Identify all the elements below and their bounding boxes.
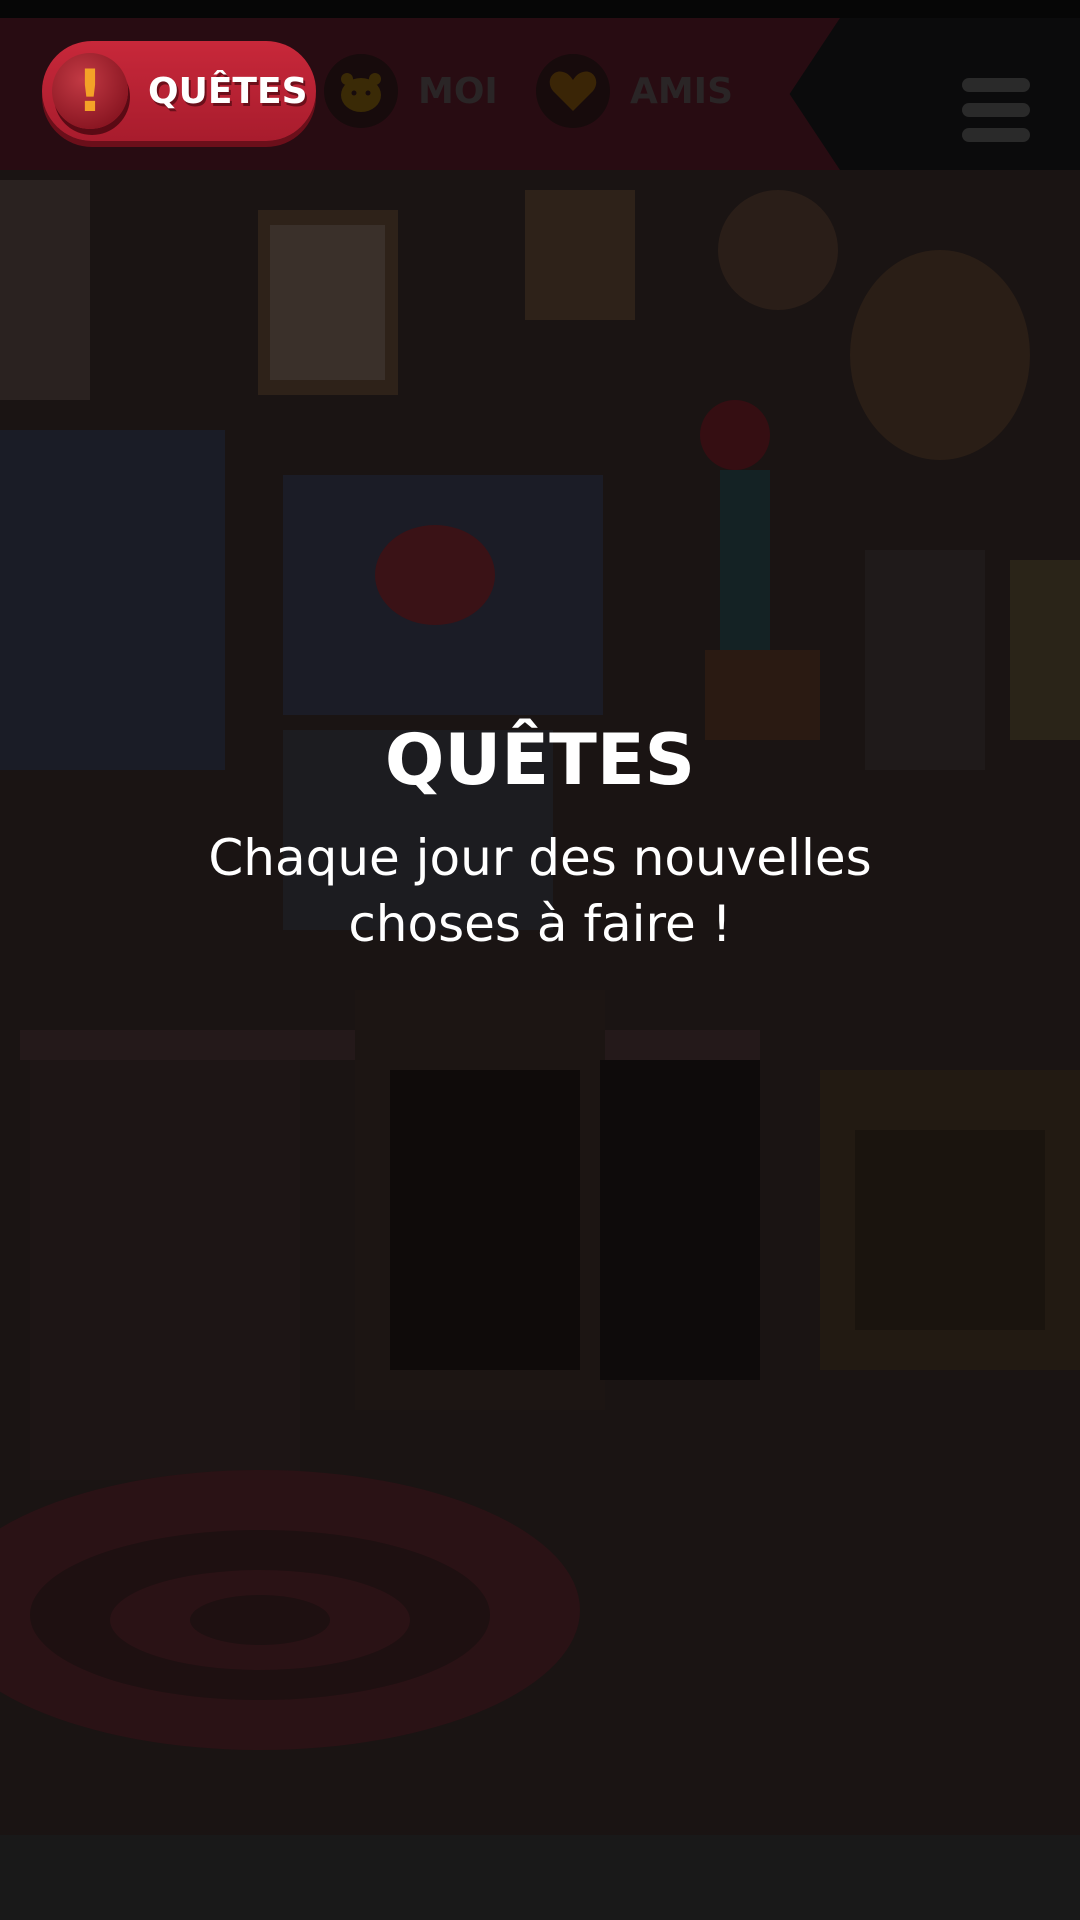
tab-quests-label: QUÊTES [148, 70, 308, 112]
bottom-bar [0, 1835, 1080, 1920]
exclamation-icon: ! [52, 53, 128, 129]
hamster-face-icon [324, 54, 398, 128]
page-subtitle: Chaque jour des nouvelles choses à faire… [208, 829, 872, 953]
room-background [0, 170, 1080, 1835]
tab-quests[interactable]: ! QUÊTES [42, 41, 316, 141]
tab-bar: ! QUÊTES MOI AMIS [0, 18, 1080, 170]
status-bar [0, 0, 1080, 18]
tab-friends[interactable]: AMIS [536, 41, 756, 141]
tab-friends-label: AMIS [630, 70, 734, 112]
page-title: QUÊTES [384, 719, 696, 801]
tab-me-label: MOI [418, 70, 498, 112]
tab-me[interactable]: MOI [324, 41, 524, 141]
heart-icon [536, 54, 610, 128]
hamburger-menu-icon[interactable] [962, 78, 1030, 142]
